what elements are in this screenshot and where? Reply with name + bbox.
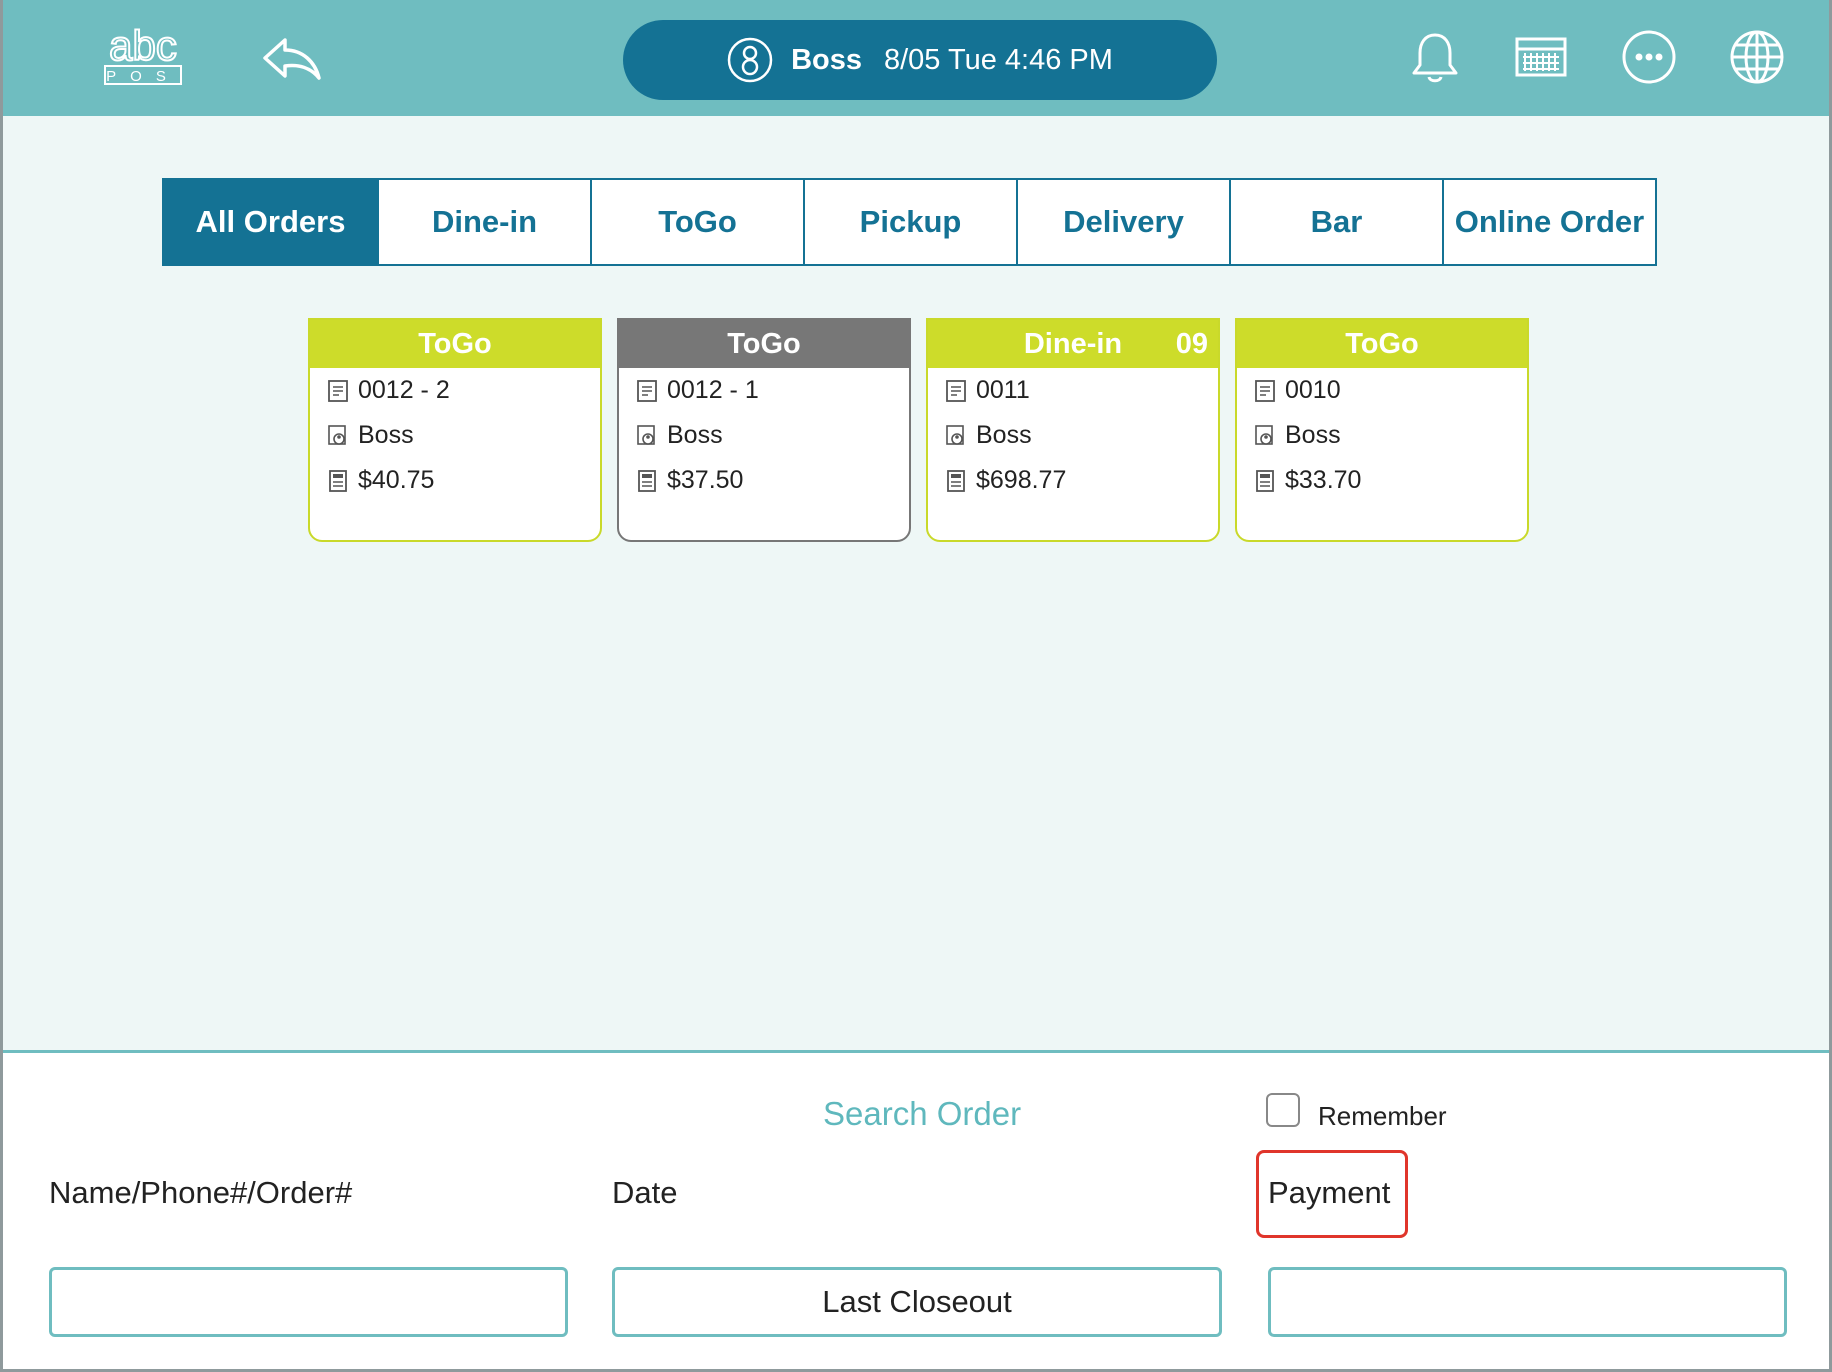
order-server: Boss (976, 421, 1032, 449)
order-type-header: ToGo (619, 320, 909, 368)
top-bar: abc POS Boss 8/05 Tue 4:46 PM (3, 0, 1829, 116)
date-label: Date (612, 1175, 678, 1210)
order-amount: $40.75 (358, 466, 435, 494)
remember-label: Remember (1318, 1101, 1447, 1131)
order-number-row: 0011 (928, 368, 1218, 413)
tab-delivery[interactable]: Delivery (1016, 180, 1229, 264)
order-type-tabs: All Orders Dine-in ToGo Pickup Delivery … (162, 178, 1657, 266)
server-icon (328, 424, 346, 445)
server-icon (946, 424, 964, 445)
payment-input[interactable] (1268, 1267, 1787, 1337)
order-amount: $37.50 (667, 466, 744, 494)
order-server-row: Boss (310, 413, 600, 458)
order-type: ToGo (418, 327, 492, 360)
order-card[interactable]: ToGo 0010 Boss $33.70 (1235, 318, 1529, 542)
calculator-icon (1256, 469, 1274, 492)
calculator-icon (638, 469, 656, 492)
logo-top-text: abc (109, 24, 177, 69)
order-server-row: Boss (928, 413, 1218, 458)
order-amount-row: $698.77 (928, 458, 1218, 503)
order-number: 0012 - 1 (667, 376, 759, 404)
order-type-header: ToGo (310, 320, 600, 368)
user-datetime-pill[interactable]: Boss 8/05 Tue 4:46 PM (623, 20, 1217, 100)
order-type: ToGo (1345, 327, 1419, 360)
bell-icon[interactable] (1407, 29, 1463, 85)
calendar-grid-icon[interactable] (1513, 29, 1569, 85)
order-type: ToGo (727, 327, 801, 360)
order-server: Boss (1285, 421, 1341, 449)
receipt-icon (1255, 379, 1275, 402)
name-phone-order-input[interactable] (49, 1267, 568, 1337)
tab-online-order[interactable]: Online Order (1442, 180, 1655, 264)
order-amount-row: $37.50 (619, 458, 909, 503)
search-order-title: Search Order (823, 1095, 1022, 1132)
order-number: 0010 (1285, 376, 1341, 404)
logo-bottom-text: POS (106, 68, 180, 85)
order-server: Boss (358, 421, 414, 449)
tab-togo[interactable]: ToGo (590, 180, 803, 264)
order-number: 0011 (976, 376, 1030, 404)
user-icon (727, 37, 773, 83)
remember-checkbox[interactable] (1266, 1093, 1300, 1127)
order-list-area: All Orders Dine-in ToGo Pickup Delivery … (3, 116, 1829, 1050)
payment-label: Payment (1268, 1175, 1391, 1210)
name-phone-order-label: Name/Phone#/Order# (49, 1175, 353, 1210)
order-card[interactable]: ToGo 0012 - 2 Boss $40.75 (308, 318, 602, 542)
order-server-row: Boss (1237, 413, 1527, 458)
search-order-panel: Search Order Remember Name/Phone#/Order#… (3, 1050, 1829, 1372)
order-type-header: Dine-in 09 (928, 320, 1218, 368)
abc-pos-logo: abc POS (104, 24, 182, 85)
order-card[interactable]: ToGo 0012 - 1 Boss $37.50 (617, 318, 911, 542)
more-icon[interactable] (1621, 29, 1677, 85)
order-server: Boss (667, 421, 723, 449)
tab-all-orders[interactable]: All Orders (164, 180, 377, 264)
tab-pickup[interactable]: Pickup (803, 180, 1016, 264)
current-user-name: Boss (791, 43, 862, 76)
server-icon (637, 424, 655, 445)
order-card[interactable]: Dine-in 09 0011 Boss $698.77 (926, 318, 1220, 542)
calculator-icon (947, 469, 965, 492)
order-number-row: 0012 - 1 (619, 368, 909, 413)
receipt-icon (328, 379, 348, 402)
tab-bar[interactable]: Bar (1229, 180, 1442, 264)
order-number-row: 0012 - 2 (310, 368, 600, 413)
order-amount-row: $33.70 (1237, 458, 1527, 503)
order-cards: ToGo 0012 - 2 Boss $40.75 ToGo 0012 - 1 (308, 318, 1544, 542)
table-number: 09 (1175, 327, 1208, 360)
date-select[interactable]: Last Closeout (612, 1267, 1222, 1337)
order-type-header: ToGo (1237, 320, 1527, 368)
order-amount: $33.70 (1285, 466, 1362, 494)
order-server-row: Boss (619, 413, 909, 458)
order-type: Dine-in (1023, 327, 1123, 360)
globe-icon[interactable] (1729, 29, 1785, 85)
current-datetime: 8/05 Tue 4:46 PM (883, 43, 1113, 76)
calculator-icon (329, 469, 347, 492)
tab-dine-in[interactable]: Dine-in (377, 180, 590, 264)
server-icon (1255, 424, 1273, 445)
back-arrow-icon[interactable] (261, 36, 323, 80)
receipt-icon (946, 379, 966, 402)
receipt-icon (637, 379, 657, 402)
order-number: 0012 - 2 (358, 376, 450, 404)
order-amount-row: $40.75 (310, 458, 600, 503)
order-number-row: 0010 (1237, 368, 1527, 413)
order-amount: $698.77 (976, 466, 1067, 494)
